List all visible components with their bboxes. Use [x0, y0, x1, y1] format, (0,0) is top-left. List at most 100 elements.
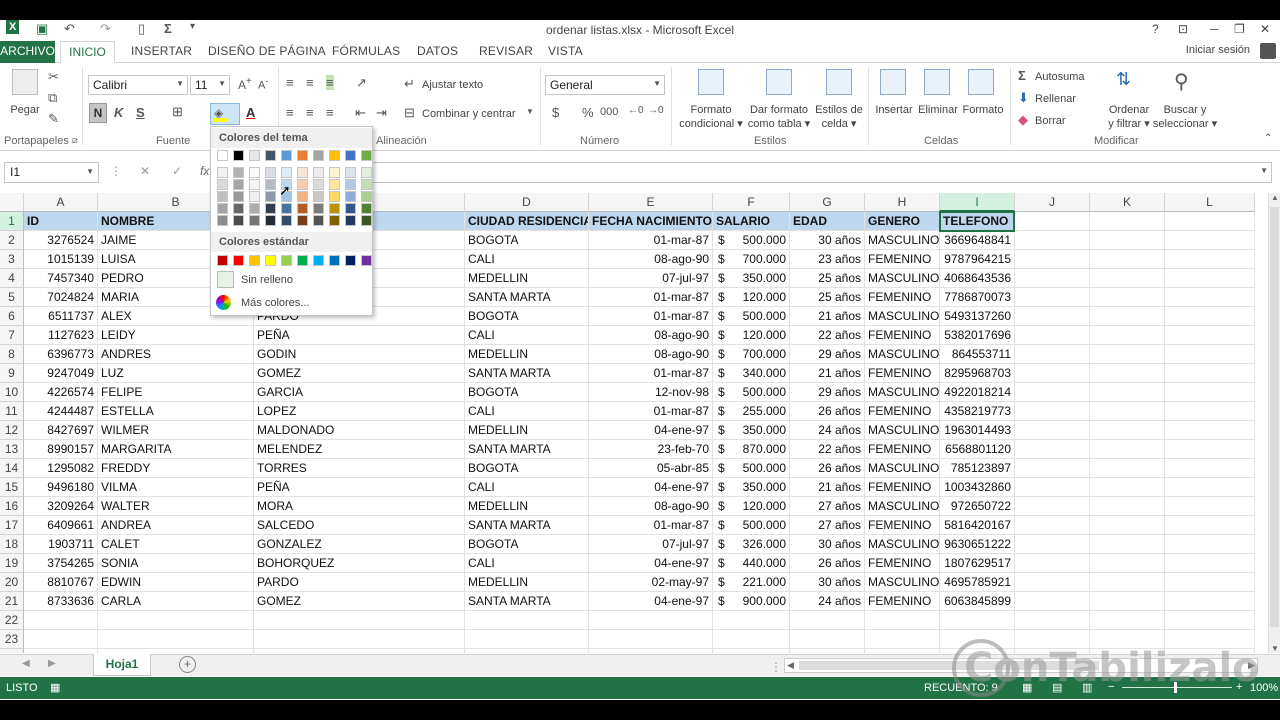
ribbon-display-icon[interactable]: ⊡ — [1178, 22, 1188, 36]
cell-edad[interactable]: 24 años — [790, 592, 865, 611]
cell-salario[interactable]: $350.000 — [713, 478, 790, 497]
italic-button[interactable]: K — [114, 105, 123, 120]
theme-shade-swatch[interactable] — [313, 167, 324, 178]
theme-color-swatch[interactable] — [313, 150, 324, 161]
cell-empty[interactable] — [790, 649, 865, 653]
cell-empty[interactable] — [1165, 611, 1255, 630]
cell-empty[interactable] — [1015, 288, 1090, 307]
cell-salario[interactable]: $350.000 — [713, 269, 790, 288]
theme-shade-swatch[interactable] — [249, 191, 260, 202]
autosum-button[interactable]: Autosuma — [1035, 70, 1085, 84]
grow-font-icon[interactable]: A+ — [238, 76, 252, 92]
theme-shade-swatch[interactable] — [297, 215, 308, 226]
cell-id[interactable]: 9496180 — [24, 478, 98, 497]
cell-genero[interactable]: FEMENINO — [865, 592, 940, 611]
theme-shade-swatch[interactable] — [233, 191, 244, 202]
theme-shade-swatch[interactable] — [329, 215, 340, 226]
tab-diseno-pagina[interactable]: DISEÑO DE PÁGINA — [208, 44, 326, 58]
cell-nombre[interactable]: WILMER — [98, 421, 254, 440]
cell-empty[interactable] — [1090, 364, 1165, 383]
row-header[interactable]: 21 — [0, 592, 24, 611]
select-all-corner[interactable] — [0, 193, 24, 212]
cell-fecha[interactable]: 02-may-97 — [589, 573, 713, 592]
row-header[interactable]: 4 — [0, 269, 24, 288]
cell-fecha[interactable]: 08-ago-90 — [589, 345, 713, 364]
cell-empty[interactable] — [1090, 288, 1165, 307]
normal-view-icon[interactable]: ▦ — [1022, 681, 1032, 694]
cell-styles-button[interactable]: Estilos de celda ▾ — [814, 103, 864, 131]
cell-salario[interactable]: $350.000 — [713, 421, 790, 440]
theme-shade-swatch[interactable] — [345, 191, 356, 202]
cell-genero[interactable]: MASCULINO — [865, 307, 940, 326]
cell-empty[interactable] — [1090, 307, 1165, 326]
copy-icon[interactable]: ⧉ — [48, 90, 57, 106]
row-header[interactable]: 9 — [0, 364, 24, 383]
row-header[interactable]: 24 — [0, 649, 24, 653]
cell-empty[interactable] — [1090, 250, 1165, 269]
cell-nombre[interactable]: ANDREA — [98, 516, 254, 535]
cell-empty[interactable] — [1165, 383, 1255, 402]
row-header[interactable]: 20 — [0, 573, 24, 592]
theme-shade-swatch[interactable] — [361, 215, 372, 226]
cell-genero[interactable]: MASCULINO — [865, 573, 940, 592]
fill-down-icon[interactable]: ⬇ — [1018, 90, 1029, 106]
collapse-ribbon-icon[interactable]: ⌃ — [1264, 133, 1272, 144]
cell-telefono[interactable]: 5493137260 — [940, 307, 1015, 326]
cell-nombre[interactable]: FREDDY — [98, 459, 254, 478]
cell-salario[interactable]: $500.000 — [713, 307, 790, 326]
standard-color-swatch[interactable] — [313, 255, 324, 266]
cell-empty[interactable] — [98, 611, 254, 630]
cell-fecha[interactable]: 08-ago-90 — [589, 326, 713, 345]
cell-fecha[interactable]: 07-jul-97 — [589, 269, 713, 288]
cell-fecha[interactable]: 01-mar-87 — [589, 231, 713, 250]
cell-id[interactable]: 6396773 — [24, 345, 98, 364]
cell-telefono[interactable]: 5816420167 — [940, 516, 1015, 535]
cell-fecha[interactable]: 01-mar-87 — [589, 364, 713, 383]
wrap-text-icon[interactable]: ↵ — [404, 76, 415, 92]
theme-shade-swatch[interactable] — [329, 203, 340, 214]
cell-empty[interactable] — [865, 630, 940, 649]
cell-edad[interactable]: 29 años — [790, 383, 865, 402]
clear-button[interactable]: Borrar — [1035, 114, 1066, 128]
cell-salario[interactable]: $120.000 — [713, 497, 790, 516]
cell-id[interactable]: 6511737 — [24, 307, 98, 326]
theme-shade-swatch[interactable] — [233, 167, 244, 178]
cell-ciudad[interactable]: CALI — [465, 478, 589, 497]
cell-empty[interactable] — [1015, 611, 1090, 630]
theme-shade-swatch[interactable] — [217, 215, 228, 226]
cell-edad[interactable]: 23 años — [790, 250, 865, 269]
dialog-launcher-icon[interactable]: ⧄ — [72, 135, 78, 146]
delete-cells-button[interactable]: Eliminar — [916, 103, 960, 117]
cell-salario[interactable]: $700.000 — [713, 345, 790, 364]
name-box[interactable]: I1 ▼ — [4, 162, 99, 183]
cell-empty[interactable] — [1090, 592, 1165, 611]
theme-shade-swatch[interactable] — [233, 215, 244, 226]
cell-id[interactable]: 1015139 — [24, 250, 98, 269]
cell-empty[interactable] — [1165, 573, 1255, 592]
cell-ciudad[interactable]: BOGOTA — [465, 231, 589, 250]
cell-id[interactable]: 4226574 — [24, 383, 98, 402]
eraser-icon[interactable]: ◆ — [1018, 112, 1028, 128]
cell-empty[interactable] — [790, 611, 865, 630]
cell-id[interactable]: 8990157 — [24, 440, 98, 459]
row-header[interactable]: 22 — [0, 611, 24, 630]
cell-fecha[interactable]: 04-ene-97 — [589, 592, 713, 611]
cell-empty[interactable] — [1015, 231, 1090, 250]
cell-fecha[interactable]: 12-nov-98 — [589, 383, 713, 402]
tab-formulas[interactable]: FÓRMULAS — [332, 44, 400, 58]
insert-function-icon[interactable]: fx — [200, 164, 209, 178]
cell-empty[interactable] — [1015, 649, 1090, 653]
cell-salario[interactable]: $500.000 — [713, 383, 790, 402]
cell-id[interactable]: 8733636 — [24, 592, 98, 611]
theme-shade-swatch[interactable] — [297, 167, 308, 178]
theme-shade-swatch[interactable] — [265, 191, 276, 202]
cell-empty[interactable] — [713, 611, 790, 630]
cell-empty[interactable] — [1090, 535, 1165, 554]
conditional-format-button[interactable]: Formato condicional ▾ — [676, 103, 746, 131]
cell-salario[interactable]: $255.000 — [713, 402, 790, 421]
tab-inicio[interactable]: INICIO — [60, 41, 115, 64]
cell-fecha[interactable]: 04-ene-97 — [589, 554, 713, 573]
row-header[interactable]: 6 — [0, 307, 24, 326]
cell-salario[interactable]: $221.000 — [713, 573, 790, 592]
cell-salario[interactable]: $700.000 — [713, 250, 790, 269]
